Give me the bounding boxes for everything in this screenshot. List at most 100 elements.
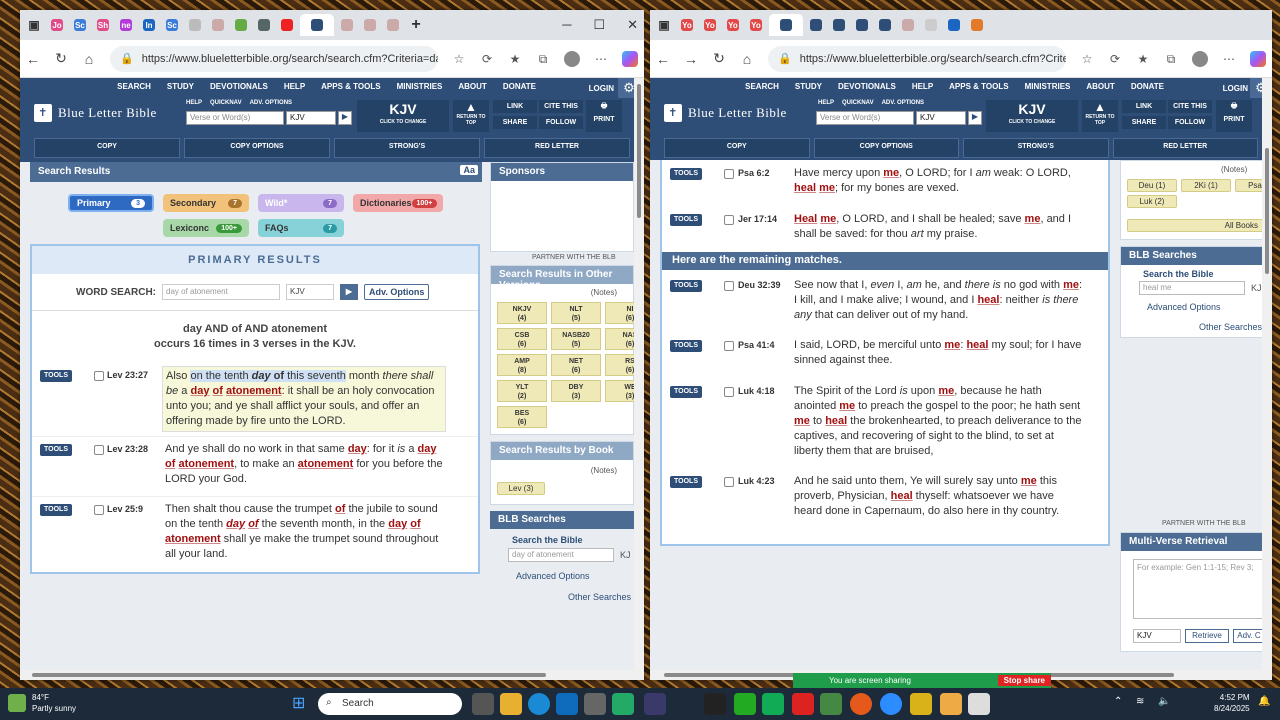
verse-reference[interactable]: Jer 17:14 [738,214,777,224]
advanced-options-link[interactable]: Advanced Options [1147,302,1221,312]
multi-verse-version-select[interactable]: KJV [1133,629,1181,643]
search-bible-input[interactable]: day of atonement [508,548,614,562]
blb-logo[interactable]: ✝ Blue Letter Bible [664,104,787,122]
app-icon[interactable] [612,693,634,715]
tools-button[interactable]: TOOLS [40,370,72,382]
strongs-toggle[interactable]: STRONG'S [334,138,480,158]
version-count-nlt[interactable]: NLT (5) [551,302,601,324]
browser-tab[interactable] [185,14,205,36]
copy-icon[interactable] [724,281,734,291]
version-select[interactable]: KJV [916,111,966,125]
edge-icon[interactable] [528,693,550,715]
browser-tab[interactable] [875,14,895,36]
close-icon[interactable]: ✕ [627,17,638,33]
nav-apps-tools[interactable]: APPS & TOOLS [313,78,388,98]
help-link[interactable]: HELP [818,100,834,106]
copy-icon[interactable] [94,505,104,515]
app-icon[interactable] [910,693,932,715]
browser-tab[interactable] [967,14,987,36]
nav-search[interactable]: SEARCH [737,78,787,98]
app-icon[interactable] [850,693,872,715]
version-select[interactable]: KJV [286,111,336,125]
settings-icon[interactable] [644,693,666,715]
pill-secondary[interactable]: Secondary 7 [163,194,249,212]
nav-ministries[interactable]: MINISTRIES [1017,78,1079,98]
browser-tab[interactable] [360,14,380,36]
browser-tab[interactable] [277,14,297,36]
partner-link[interactable]: PARTNER WITH THE BLB [532,254,616,261]
browser-tab-active[interactable] [300,14,334,36]
copy-icon[interactable] [724,341,734,351]
zoom-icon[interactable] [880,693,902,715]
volume-icon[interactable]: 🔈 [1158,696,1170,707]
nav-help[interactable]: HELP [276,78,313,98]
url-field[interactable]: 🔒 https://www.blueletterbible.org/search/… [110,45,438,72]
back-icon[interactable]: ← [656,51,670,67]
browser-tab[interactable] [383,14,403,36]
app-icon[interactable] [762,693,784,715]
login-link[interactable]: LOGIN [589,84,614,93]
browser-tab[interactable] [898,14,918,36]
retrieve-button[interactable]: Retrieve [1185,629,1229,643]
version-count-dby[interactable]: DBY (3) [551,380,601,402]
tools-button[interactable]: TOOLS [670,168,702,180]
profile-avatar[interactable] [564,50,580,67]
adv-options-link[interactable]: ADV. OPTIONS [250,100,292,106]
url-field[interactable]: 🔒 https://www.blueletterbible.org/search/… [768,45,1066,72]
copy-options-button[interactable]: COPY OPTIONS [184,138,330,158]
app-icon[interactable] [968,693,990,715]
chevron-up-icon[interactable]: ⌃ [1114,696,1122,707]
blb-logo[interactable]: ✝ Blue Letter Bible [34,104,157,122]
strongs-toggle[interactable]: STRONG'S [963,138,1109,158]
browser-tab[interactable] [944,14,964,36]
nav-devotionals[interactable]: DEVOTIONALS [202,78,276,98]
browser-tab[interactable] [806,14,826,36]
stop-share-button[interactable]: Stop share [997,675,1051,686]
task-view-icon[interactable] [472,693,494,715]
cite-button[interactable]: CITE THIS [539,100,583,113]
adv-options-button[interactable]: Adv. C [1233,629,1265,643]
nav-about[interactable]: ABOUT [450,78,494,98]
app-icon[interactable] [940,693,962,715]
search-bible-version[interactable]: KJ [1251,283,1262,293]
word-search-version-select[interactable]: KJV [286,284,334,300]
tools-button[interactable]: TOOLS [40,444,72,456]
system-clock[interactable]: 4:52 PM 8/24/2025 [1214,692,1250,714]
capcut-icon[interactable] [704,693,726,715]
login-link[interactable]: LOGIN [1223,84,1248,93]
file-explorer-icon[interactable] [500,693,522,715]
browser-tab[interactable]: Yo [746,14,766,36]
vertical-scrollbar[interactable] [634,78,644,680]
copilot-icon[interactable] [622,50,638,67]
book-pill-2ki[interactable]: 2Ki (1) [1181,179,1231,192]
browser-tab[interactable] [254,14,274,36]
kjv-change-button[interactable]: KJV CLICK TO CHANGE [357,100,449,132]
collections-icon[interactable]: ⧉ [536,52,550,66]
nav-about[interactable]: ABOUT [1078,78,1122,98]
help-link[interactable]: HELP [186,100,202,106]
sidebar-toggle-icon[interactable]: ▣ [654,14,674,36]
refresh-extension-icon[interactable]: ⟳ [480,52,494,66]
browser-tab[interactable]: Yo [700,14,720,36]
cite-button[interactable]: CITE THIS [1168,100,1212,113]
pill-lexiconc[interactable]: Lexiconc 100+ [163,219,249,237]
browser-tab[interactable] [921,14,941,36]
pill-faqs[interactable]: FAQs 7 [258,219,344,237]
book-pill-luk[interactable]: Luk (2) [1127,195,1177,208]
favorite-star-icon[interactable]: ☆ [452,52,466,66]
version-count-nasb20[interactable]: NASB20 (5) [551,328,601,350]
nav-ministries[interactable]: MINISTRIES [389,78,451,98]
refresh-extension-icon[interactable]: ⟳ [1108,52,1122,66]
search-bible-version[interactable]: KJ [620,550,631,560]
version-count-net[interactable]: NET (6) [551,354,601,376]
app-icon[interactable] [820,693,842,715]
browser-tab[interactable] [231,14,251,36]
wifi-icon[interactable]: ≋ [1136,696,1144,707]
copy-icon[interactable] [724,215,734,225]
windows-start-icon[interactable]: ⊞ [292,695,310,713]
profile-avatar[interactable] [1192,50,1208,67]
browser-tab[interactable]: Sc [70,14,90,36]
vertical-scrollbar[interactable] [1262,78,1272,680]
nav-help[interactable]: HELP [904,78,941,98]
collections-icon[interactable]: ⧉ [1164,52,1178,66]
